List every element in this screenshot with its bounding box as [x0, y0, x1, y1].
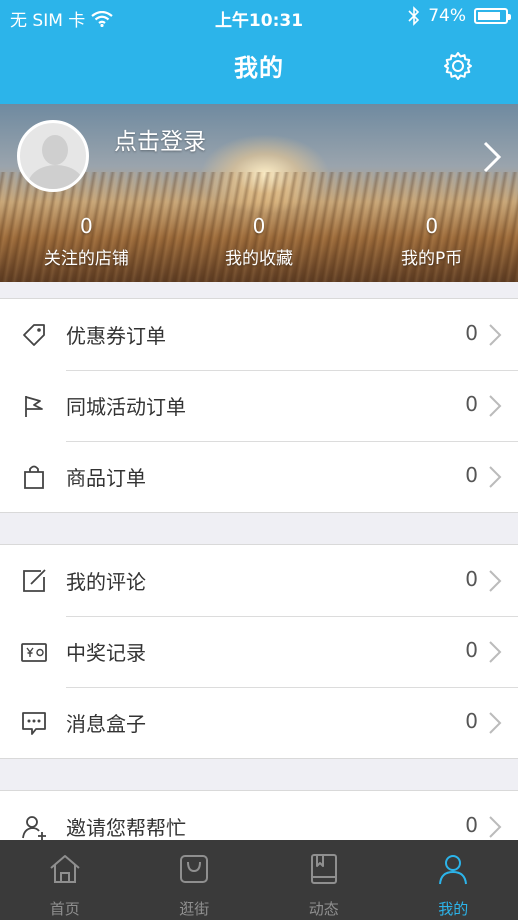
menu-item-label: 消息盒子	[66, 712, 146, 736]
menu-item-count: 0	[465, 321, 478, 345]
bluetooth-icon	[408, 6, 420, 26]
menu-item-label: 优惠券订单	[66, 324, 166, 348]
stat-label: 关注的店铺	[43, 249, 129, 269]
menu-item-label: 商品订单	[66, 466, 146, 490]
menu-group-orders: 优惠券订单 0 同城活动订单 0 商品订单 0	[0, 298, 518, 513]
profile-stats: 0 关注的店铺 0 我的收藏 0 我的P币	[0, 208, 518, 282]
home-icon	[50, 855, 80, 883]
battery-percent: 74%	[428, 6, 466, 26]
menu-item-coupon-orders[interactable]: 优惠券订单 0	[0, 299, 518, 370]
add-user-icon	[22, 816, 46, 840]
tag-icon	[23, 324, 45, 346]
chevron-right-icon	[489, 324, 502, 346]
chevron-right-icon	[489, 395, 502, 417]
menu-item-count: 0	[465, 709, 478, 733]
chevron-right-icon[interactable]	[482, 140, 502, 174]
menu-item-product-orders[interactable]: 商品订单 0	[0, 441, 518, 512]
chevron-right-icon	[489, 712, 502, 734]
tab-shopping[interactable]: 逛街	[130, 840, 260, 920]
top-bar: 无 SIM 卡 上午10:31 74% 我的	[0, 0, 518, 104]
menu-item-label: 我的评论	[66, 570, 146, 594]
menu-item-count: 0	[465, 638, 478, 662]
chevron-right-icon	[489, 466, 502, 488]
menu-group-records: 我的评论 0 中奖记录 0 消息盒子 0	[0, 544, 518, 759]
stat-p-coins[interactable]: 0 我的P币	[345, 208, 518, 282]
message-icon	[22, 712, 46, 735]
profile-banner[interactable]: 点击登录 0 关注的店铺 0 我的收藏 0 我的P币	[0, 104, 518, 282]
stat-value: 0	[425, 214, 439, 238]
battery-icon	[474, 8, 511, 24]
menu-item-count: 0	[465, 392, 478, 416]
tab-feed[interactable]: 动态	[259, 840, 389, 920]
flag-icon	[25, 396, 43, 417]
status-bar: 无 SIM 卡 上午10:31 74%	[0, 0, 518, 34]
book-icon	[310, 854, 337, 884]
user-icon	[439, 855, 468, 885]
stat-label: 我的P币	[401, 249, 463, 269]
menu-item-my-comments[interactable]: 我的评论 0	[0, 545, 518, 616]
menu-item-message-box[interactable]: 消息盒子 0	[0, 687, 518, 758]
stat-value: 0	[252, 214, 266, 238]
menu-item-count: 0	[465, 463, 478, 487]
shopping-bag-icon	[180, 855, 209, 883]
page-title: 我的	[234, 54, 284, 82]
tab-label: 首页	[49, 900, 80, 918]
edit-icon	[23, 569, 46, 592]
chevron-right-icon	[489, 570, 502, 592]
stat-followed-shops[interactable]: 0 关注的店铺	[0, 208, 173, 282]
tab-mine[interactable]: 我的	[389, 840, 518, 920]
menu-item-label: 中奖记录	[66, 641, 146, 665]
stat-label: 我的收藏	[225, 249, 293, 269]
menu-item-count: 0	[465, 567, 478, 591]
menu-item-label: 同城活动订单	[66, 395, 186, 419]
stat-value: 0	[79, 214, 93, 238]
tab-label: 动态	[308, 900, 339, 918]
menu-item-label: 邀请您帮帮忙	[66, 816, 186, 840]
tab-label: 我的	[438, 900, 469, 918]
menu-item-count: 0	[465, 813, 478, 837]
shopping-bag-icon	[24, 465, 44, 489]
chevron-right-icon	[489, 816, 502, 838]
gear-icon[interactable]	[442, 50, 474, 82]
tab-label: 逛街	[179, 900, 210, 918]
stat-favorites[interactable]: 0 我的收藏	[173, 208, 346, 282]
menu-item-local-event-orders[interactable]: 同城活动订单 0	[0, 370, 518, 441]
tab-bar: 首页 逛街 动态 我的	[0, 840, 518, 920]
ticket-icon	[21, 643, 47, 662]
avatar[interactable]	[17, 120, 89, 192]
chevron-right-icon	[489, 641, 502, 663]
menu-item-prize-records[interactable]: 中奖记录 0	[0, 616, 518, 687]
tab-home[interactable]: 首页	[0, 840, 130, 920]
login-link[interactable]: 点击登录	[114, 122, 206, 156]
